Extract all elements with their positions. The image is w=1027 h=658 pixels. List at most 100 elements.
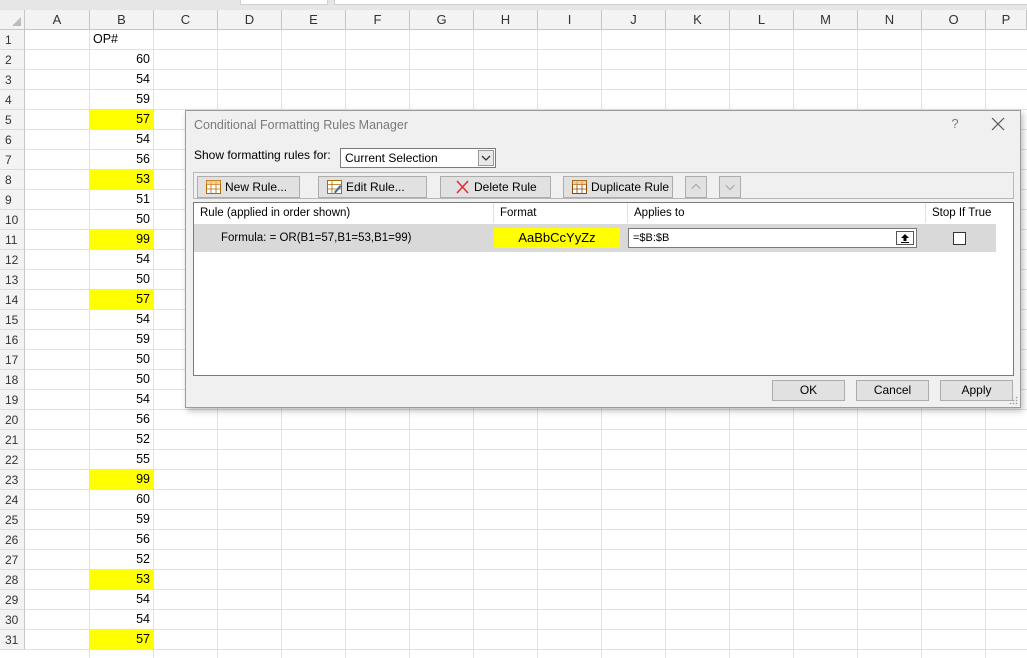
cancel-button[interactable]: Cancel [856, 380, 929, 401]
cell-b26[interactable]: 56 [90, 530, 153, 549]
row-header-24[interactable]: 24 [0, 490, 25, 510]
row-header-1[interactable]: 1 [0, 30, 25, 50]
row-header-8[interactable]: 8 [0, 170, 25, 190]
applies-to-field[interactable]: =$B:$B [628, 228, 917, 248]
row-header-7[interactable]: 7 [0, 150, 25, 170]
resize-grip-icon[interactable] [1009, 396, 1018, 405]
row-header-26[interactable]: 26 [0, 530, 25, 550]
column-header-format: Format [494, 203, 628, 223]
cell-b18[interactable]: 50 [90, 370, 153, 389]
cell-b21[interactable]: 52 [90, 430, 153, 449]
cell-b1[interactable]: OP# [90, 30, 153, 49]
new-rule-button[interactable]: New Rule... [197, 176, 300, 198]
chevron-down-icon[interactable] [478, 150, 494, 166]
move-up-button[interactable] [685, 176, 707, 198]
cell-b10[interactable]: 50 [90, 210, 153, 229]
column-header-j[interactable]: J [602, 10, 666, 30]
cell-b9[interactable]: 51 [90, 190, 153, 209]
cell-b31[interactable]: 57 [90, 630, 153, 649]
cell-b7[interactable]: 56 [90, 150, 153, 169]
cell-b6[interactable]: 54 [90, 130, 153, 149]
column-header-f[interactable]: F [346, 10, 410, 30]
row-header-23[interactable]: 23 [0, 470, 25, 490]
row-header-31[interactable]: 31 [0, 630, 25, 650]
column-header-n[interactable]: N [858, 10, 922, 30]
close-button[interactable] [988, 113, 1008, 135]
row-header-16[interactable]: 16 [0, 330, 25, 350]
row-header-4[interactable]: 4 [0, 90, 25, 110]
row-header-11[interactable]: 11 [0, 230, 25, 250]
cell-b25[interactable]: 59 [90, 510, 153, 529]
row-header-6[interactable]: 6 [0, 130, 25, 150]
row-header-18[interactable]: 18 [0, 370, 25, 390]
cell-b8[interactable]: 53 [90, 170, 153, 189]
rule-row[interactable]: Formula: = OR(B1=57,B1=53,B1=99) AaBbCcY… [194, 224, 996, 252]
cell-b29[interactable]: 54 [90, 590, 153, 609]
column-header-m[interactable]: M [794, 10, 858, 30]
cell-b17[interactable]: 50 [90, 350, 153, 369]
show-rules-select[interactable]: Current Selection [340, 148, 496, 168]
row-header-28[interactable]: 28 [0, 570, 25, 590]
row-header-25[interactable]: 25 [0, 510, 25, 530]
row-header-19[interactable]: 19 [0, 390, 25, 410]
cell-b28[interactable]: 53 [90, 570, 153, 589]
row-header-15[interactable]: 15 [0, 310, 25, 330]
column-header-h[interactable]: H [474, 10, 538, 30]
column-header-g[interactable]: G [410, 10, 474, 30]
row-header-30[interactable]: 30 [0, 610, 25, 630]
row-header-9[interactable]: 9 [0, 190, 25, 210]
cell-b4[interactable]: 59 [90, 90, 153, 109]
column-header-d[interactable]: D [218, 10, 282, 30]
row-header-29[interactable]: 29 [0, 590, 25, 610]
row-header-14[interactable]: 14 [0, 290, 25, 310]
column-header-p[interactable]: P [986, 10, 1027, 30]
row-header-10[interactable]: 10 [0, 210, 25, 230]
select-all-corner[interactable] [0, 10, 25, 30]
cell-b3[interactable]: 54 [90, 70, 153, 89]
apply-button[interactable]: Apply [940, 380, 1013, 401]
row-header-21[interactable]: 21 [0, 430, 25, 450]
column-header-a[interactable]: A [25, 10, 90, 30]
range-picker-button[interactable] [896, 231, 914, 245]
stop-if-true-checkbox[interactable] [953, 232, 966, 245]
column-header-i[interactable]: I [538, 10, 602, 30]
cell-b16[interactable]: 59 [90, 330, 153, 349]
cell-b22[interactable]: 55 [90, 450, 153, 469]
cell-b24[interactable]: 60 [90, 490, 153, 509]
column-header-c[interactable]: C [154, 10, 218, 30]
column-header-l[interactable]: L [730, 10, 794, 30]
cell-b5[interactable]: 57 [90, 110, 153, 129]
cell-b23[interactable]: 99 [90, 470, 153, 489]
row-header-22[interactable]: 22 [0, 450, 25, 470]
cell-b15[interactable]: 54 [90, 310, 153, 329]
cell-b12[interactable]: 54 [90, 250, 153, 269]
column-header-k[interactable]: K [666, 10, 730, 30]
cell-b2[interactable]: 60 [90, 50, 153, 69]
cell-b13[interactable]: 50 [90, 270, 153, 289]
cell-b30[interactable]: 54 [90, 610, 153, 629]
row-header-3[interactable]: 3 [0, 70, 25, 90]
delete-rule-button[interactable]: Delete Rule [440, 176, 551, 198]
column-header-o[interactable]: O [922, 10, 986, 30]
row-header-20[interactable]: 20 [0, 410, 25, 430]
duplicate-rule-button[interactable]: Duplicate Rule [563, 176, 673, 198]
row-header-12[interactable]: 12 [0, 250, 25, 270]
edit-rule-button[interactable]: Edit Rule... [318, 176, 427, 198]
conditional-formatting-dialog[interactable]: Conditional Formatting Rules Manager ? S… [185, 110, 1021, 408]
row-header-13[interactable]: 13 [0, 270, 25, 290]
move-down-button[interactable] [719, 176, 741, 198]
rules-grid[interactable]: Rule (applied in order shown) Format App… [193, 202, 1014, 376]
column-header-e[interactable]: E [282, 10, 346, 30]
row-header-27[interactable]: 27 [0, 550, 25, 570]
cell-b20[interactable]: 56 [90, 410, 153, 429]
cell-b27[interactable]: 52 [90, 550, 153, 569]
column-header-b[interactable]: B [90, 10, 154, 30]
row-header-17[interactable]: 17 [0, 350, 25, 370]
row-header-2[interactable]: 2 [0, 50, 25, 70]
cell-b19[interactable]: 54 [90, 390, 153, 409]
ok-button[interactable]: OK [772, 380, 845, 401]
help-button[interactable]: ? [948, 116, 962, 131]
row-header-5[interactable]: 5 [0, 110, 25, 130]
cell-b11[interactable]: 99 [90, 230, 153, 249]
cell-b14[interactable]: 57 [90, 290, 153, 309]
